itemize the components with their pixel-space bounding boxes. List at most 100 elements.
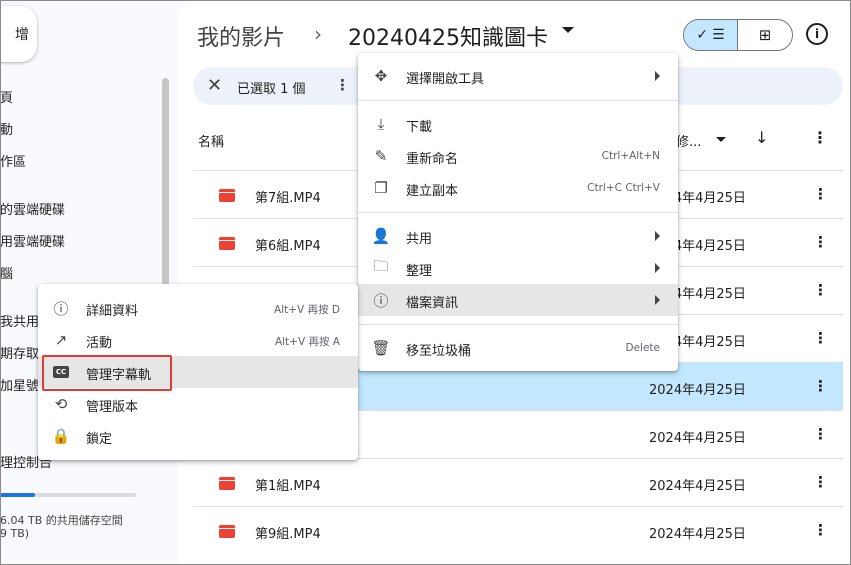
edit-icon: ✎ (374, 147, 388, 165)
sidebar-item-recent[interactable]: 期存取 (0, 343, 39, 362)
sidebar-item-starred[interactable]: 加星號 (0, 375, 39, 394)
sidebar-item-home[interactable]: 頁 (0, 87, 13, 106)
submenu-item-details[interactable]: ⓘ 詳細資料 Alt+V 再按 D (38, 292, 358, 324)
storage-text: 6.04 TB 的共用儲存空間 (0, 514, 123, 527)
history-icon: ⟲ (54, 395, 68, 413)
file-date: 2024年4月25日 (649, 383, 746, 398)
menu-item-label: 活動 (86, 336, 113, 351)
shortcut-text: Ctrl+C Ctrl+V (587, 182, 660, 194)
menu-item-open-with[interactable]: ✥ 選擇開啟工具 (358, 60, 678, 92)
file-date: 2024年4月25日 (649, 431, 746, 446)
breadcrumb-dropdown-icon[interactable] (562, 27, 574, 33)
sidebar-item-shared-with-me[interactable]: 我共用 (0, 311, 39, 330)
sidebar-item-activity[interactable]: 動 (0, 119, 13, 138)
sidebar-item-my-drive[interactable]: 的雲端硬碟 (0, 199, 65, 218)
column-name-header[interactable]: 名稱 (198, 131, 224, 150)
menu-item-label: 下載 (406, 120, 433, 135)
selection-count: 已選取 1 個 (237, 82, 306, 97)
sort-dropdown-icon[interactable] (716, 137, 726, 142)
menu-item-download[interactable]: ⤓ 下載 (358, 108, 678, 140)
video-file-icon (219, 189, 235, 202)
view-toggle: ✓ ☰ ⊞ (683, 19, 793, 51)
more-vert-icon[interactable]: ⋮ (813, 473, 828, 491)
shortcut-text: Ctrl+Alt+N (601, 150, 660, 162)
sidebar: 增 頁 動 作區 的雲端硬碟 用雲端硬碟 腦 我共用 期存取 加星號 理控制台 … (0, 0, 178, 565)
breadcrumb-current[interactable]: 20240425知識圖卡 (348, 20, 548, 52)
more-vert-icon[interactable]: ⋮ (813, 185, 828, 203)
person-add-icon: 👤 (371, 227, 391, 245)
video-file-icon (219, 237, 235, 250)
check-icon: ✓ (696, 27, 709, 43)
info-icon: ⓘ (53, 299, 69, 318)
menu-divider (358, 324, 678, 325)
storage-bar (0, 493, 136, 497)
file-row[interactable]: 第1組.MP4 2024年4月25日 ⋮ (193, 458, 843, 506)
menu-item-rename[interactable]: ✎ 重新命名 Ctrl+Alt+N (358, 140, 678, 172)
menu-item-label: 重新命名 (406, 152, 459, 167)
more-vert-icon[interactable]: ⋮ (813, 425, 828, 443)
shortcut-text: Delete (625, 342, 661, 354)
new-button-label: 增 (15, 27, 29, 43)
submenu-arrow-icon (655, 263, 660, 273)
submenu-arrow-icon (655, 231, 660, 241)
more-vert-icon[interactable]: ⋮ (813, 281, 828, 299)
storage-bar-fill (0, 493, 36, 497)
shortcut-text: Alt+V 再按 A (274, 336, 340, 348)
more-vert-icon[interactable]: ⋮ (813, 329, 828, 347)
menu-item-label: 選擇開啟工具 (406, 72, 485, 87)
sidebar-item-shared-drives[interactable]: 用雲端硬碟 (0, 231, 65, 250)
grid-view-button[interactable]: ⊞ (738, 20, 792, 50)
more-vert-icon[interactable]: ⋮ (335, 76, 350, 94)
more-vert-icon[interactable]: ⋮ (813, 233, 828, 251)
storage-text-total: 9 TB) (0, 527, 30, 540)
submenu-item-activity[interactable]: ↗ 活動 Alt+V 再按 A (38, 324, 358, 356)
sidebar-item-computers[interactable]: 腦 (0, 263, 13, 282)
file-name: 第9組.MP4 (255, 527, 321, 542)
submenu-arrow-icon (655, 71, 660, 81)
menu-item-label: 共用 (406, 232, 433, 247)
download-icon: ⤓ (377, 115, 385, 133)
shortcut-text: Alt+V 再按 D (274, 304, 340, 316)
sidebar-item-workspaces[interactable]: 作區 (0, 151, 26, 170)
submenu-item-lock[interactable]: 🔒 鎖定 (38, 420, 358, 452)
menu-item-trash[interactable]: 🗑 移至垃圾桶 Delete (358, 332, 678, 364)
column-modified-header[interactable]: 修... (676, 131, 701, 150)
trending-icon: ↗ (54, 331, 68, 349)
file-date: 2024年4月25日 (649, 479, 746, 494)
menu-item-label: 檔案資訊 (406, 296, 459, 311)
more-vert-icon[interactable]: ⋮ (813, 377, 828, 395)
lock-icon: 🔒 (51, 427, 71, 445)
list-view-button[interactable]: ✓ ☰ (684, 20, 739, 50)
menu-divider (358, 212, 678, 213)
menu-item-share[interactable]: 👤 共用 (358, 220, 678, 252)
menu-item-label: 建立副本 (406, 184, 459, 199)
breadcrumb-separator-icon: › (314, 22, 322, 46)
info-icon[interactable]: i (806, 23, 828, 45)
sort-direction-icon[interactable]: ↓ (755, 128, 768, 147)
menu-item-label: 管理版本 (86, 400, 139, 415)
menu-item-label: 鎖定 (86, 432, 113, 447)
file-row[interactable]: 第9組.MP4 2024年4月25日 ⋮ (193, 506, 843, 554)
submenu-arrow-icon (655, 295, 660, 305)
file-name: 第1組.MP4 (255, 479, 321, 494)
breadcrumb-root[interactable]: 我的影片 (197, 20, 285, 52)
close-icon[interactable]: ✕ (207, 75, 222, 96)
new-button[interactable]: 增 (0, 6, 37, 62)
menu-item-file-info[interactable]: ⓘ 檔案資訊 (358, 284, 678, 316)
menu-item-label: 移至垃圾桶 (406, 344, 472, 359)
sidebar-scrollbar[interactable] (162, 78, 169, 286)
column-more-icon[interactable]: ⋮ (812, 128, 828, 147)
menu-divider (358, 100, 678, 101)
menu-item-make-copy[interactable]: ❐ 建立副本 Ctrl+C Ctrl+V (358, 172, 678, 204)
menu-item-organize[interactable]: 🗀 整理 (358, 252, 678, 284)
list-icon: ☰ (712, 27, 725, 43)
more-vert-icon[interactable]: ⋮ (813, 521, 828, 539)
submenu-item-manage-versions[interactable]: ⟲ 管理版本 (38, 388, 358, 420)
file-name: 第6組.MP4 (255, 239, 321, 254)
video-file-icon (219, 477, 235, 490)
move-icon: ✥ (374, 67, 388, 85)
info-icon: ⓘ (373, 291, 389, 310)
file-name: 第7組.MP4 (255, 191, 321, 206)
context-menu: ✥ 選擇開啟工具 ⤓ 下載 ✎ 重新命名 Ctrl+Alt+N ❐ 建立副本 C… (358, 53, 678, 371)
copy-icon: ❐ (374, 179, 388, 197)
